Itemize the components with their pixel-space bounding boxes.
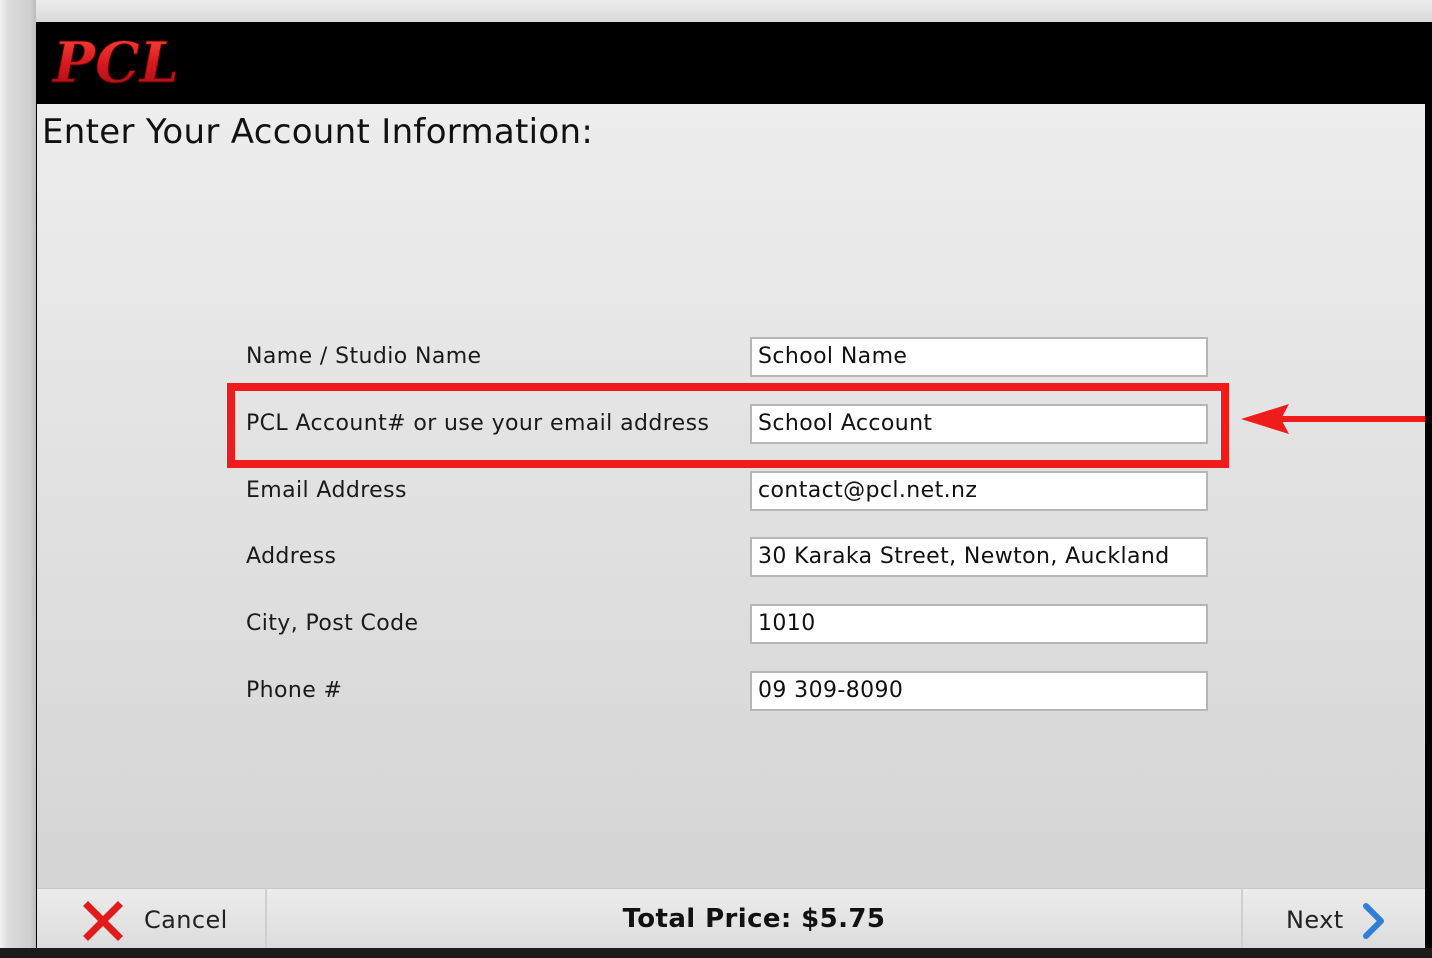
name-field[interactable]: School Name	[750, 337, 1208, 377]
cancel-button[interactable]: Cancel	[37, 889, 267, 949]
annotation-arrow-icon	[1241, 404, 1425, 434]
close-icon	[83, 901, 123, 941]
cancel-label: Cancel	[144, 906, 228, 934]
footer-bar: Cancel Total Price: $5.75 Next	[37, 888, 1425, 949]
address-field[interactable]: 30 Karaka Street, Newton, Auckland	[750, 537, 1208, 577]
pcl-logo: PCL	[51, 30, 180, 92]
city-postcode-label: City, Post Code	[246, 611, 419, 636]
window-frame-bottom	[0, 948, 1432, 958]
annotation-highlight-box	[227, 383, 1229, 468]
email-field[interactable]: contact@pcl.net.nz	[750, 471, 1208, 511]
window-frame-top	[0, 0, 1432, 22]
form-row-address: Address 30 Karaka Street, Newton, Auckla…	[37, 537, 1425, 577]
email-label: Email Address	[246, 478, 407, 503]
phone-field[interactable]: 09 309-8090	[750, 671, 1208, 711]
page-title: Enter Your Account Information:	[42, 112, 594, 152]
next-label: Next	[1286, 906, 1344, 934]
phone-label: Phone #	[246, 678, 343, 703]
header-bar: PCL	[37, 22, 1425, 104]
next-button[interactable]: Next	[1241, 889, 1427, 949]
form-row-phone: Phone # 09 309-8090	[37, 671, 1425, 711]
name-label: Name / Studio Name	[246, 344, 482, 369]
window-frame-left	[0, 0, 36, 958]
chevron-right-icon	[1363, 903, 1384, 939]
address-label: Address	[246, 544, 337, 569]
svg-text:PCL: PCL	[51, 30, 179, 92]
account-info-window: PCL Enter Your Account Information: Name…	[37, 22, 1425, 949]
form-row-email: Email Address contact@pcl.net.nz	[37, 471, 1425, 511]
total-price: Total Price: $5.75	[622, 904, 886, 934]
form-row-name: Name / Studio Name School Name	[37, 337, 1425, 377]
city-postcode-field[interactable]: 1010	[750, 604, 1208, 644]
form-row-city: City, Post Code 1010	[37, 604, 1425, 644]
